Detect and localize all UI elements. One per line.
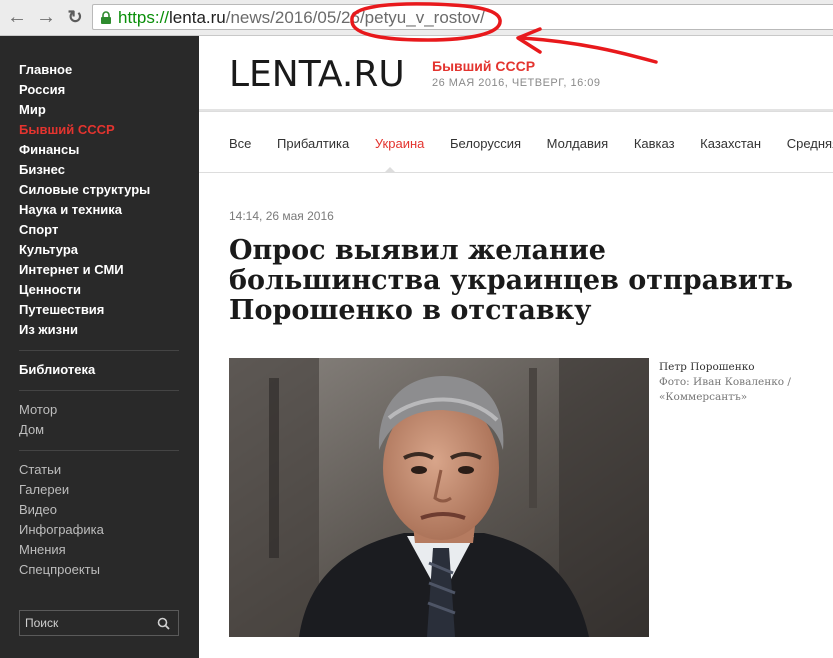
sidebar-item-infographics[interactable]: Инфографика [19,520,179,540]
sidebar-item-former-ussr[interactable]: Бывший СССР [19,120,179,140]
photo-credit: Фото: Иван Коваленко / [659,376,791,388]
url-text[interactable]: https://lenta.ru/news/2016/05/26/petyu_v… [118,7,485,29]
site-logo[interactable]: LENTA.RU [229,55,405,95]
sidebar-divider [19,390,179,391]
sidebar-library: Библиотека [19,360,179,380]
sidebar-main-rubrics: Главное Россия Мир Бывший СССР Финансы Б… [19,60,179,340]
tab-all[interactable]: Все [229,136,251,151]
photo-caption: Петр Порошенко Фото: Иван Коваленко / «К… [659,360,809,405]
sidebar-item-articles[interactable]: Статьи [19,460,179,480]
sidebar-item-science[interactable]: Наука и техника [19,200,179,220]
sidebar-item-culture[interactable]: Культура [19,240,179,260]
sidebar-divider [19,350,179,351]
sidebar-item-sport[interactable]: Спорт [19,220,179,240]
sidebar-item-life[interactable]: Из жизни [19,320,179,340]
sidebar-item-rossiya[interactable]: Россия [19,80,179,100]
photo-caption-name: Петр Порошенко [659,361,755,373]
sidebar-item-motor[interactable]: Мотор [19,400,179,420]
reload-icon[interactable]: ↻ [64,6,86,28]
url-scheme: https:// [118,8,170,27]
lock-icon [101,11,111,24]
sidebar-item-glavnoe[interactable]: Главное [19,60,179,80]
current-date: 26 МАЯ 2016, ЧЕТВЕРГ, 16:09 [432,77,601,89]
sidebar-item-values[interactable]: Ценности [19,280,179,300]
tab-central-asia[interactable]: Средняя Азия [787,136,833,151]
browser-toolbar: ← → ↻ https://lenta.ru/news/2016/05/26/p… [0,0,833,36]
address-bar[interactable]: https://lenta.ru/news/2016/05/26/petyu_v… [92,4,833,30]
url-host: lenta.ru [169,8,226,27]
search-placeholder: Поиск [25,616,59,630]
tab-ukraine[interactable]: Украина [375,136,425,151]
article-photo[interactable] [229,358,649,637]
sidebar-item-mir[interactable]: Мир [19,100,179,120]
sidebar-item-library[interactable]: Библиотека [19,360,179,380]
sidebar: Главное Россия Мир Бывший СССР Финансы Б… [0,36,199,658]
sidebar-formats: Статьи Галереи Видео Инфографика Мнения … [19,460,179,580]
forward-arrow-icon[interactable]: → [35,6,57,28]
sidebar-item-special[interactable]: Спецпроекты [19,560,179,580]
portrait-illustration [229,358,649,637]
sidebar-item-security[interactable]: Силовые структуры [19,180,179,200]
photo-credit-source: «Коммерсантъ» [659,391,748,403]
sidebar-divider [19,450,179,451]
sidebar-item-finance[interactable]: Финансы [19,140,179,160]
sidebar-item-video[interactable]: Видео [19,500,179,520]
sidebar-item-business[interactable]: Бизнес [19,160,179,180]
sidebar-item-opinions[interactable]: Мнения [19,540,179,560]
tab-caucasus[interactable]: Кавказ [634,136,675,151]
sidebar-item-media[interactable]: Интернет и СМИ [19,260,179,280]
section-title[interactable]: Бывший СССР [432,58,535,74]
sidebar-projects: Мотор Дом [19,400,179,440]
search-icon[interactable] [157,617,170,630]
article-timestamp: 14:14, 26 мая 2016 [229,209,334,223]
sidebar-item-galleries[interactable]: Галереи [19,480,179,500]
sidebar-item-dom[interactable]: Дом [19,420,179,440]
back-arrow-icon[interactable]: ← [6,6,28,28]
active-tab-caret [384,167,396,172]
tab-belarus[interactable]: Белоруссия [450,136,521,151]
url-path: /news/2016/05/26/petyu_v_rostov/ [225,8,485,27]
subsection-nav: Все Прибалтика Украина Белоруссия Молдав… [199,111,833,173]
sidebar-search-input[interactable]: Поиск [19,610,179,636]
sidebar-item-travel[interactable]: Путешествия [19,300,179,320]
article-headline: Опрос выявил желание большинства украинц… [229,235,793,326]
tab-moldova[interactable]: Молдавия [547,136,609,151]
subsection-nav-items: Все Прибалтика Украина Белоруссия Молдав… [229,136,833,151]
tab-baltics[interactable]: Прибалтика [277,136,349,151]
tab-kazakhstan[interactable]: Казахстан [700,136,761,151]
